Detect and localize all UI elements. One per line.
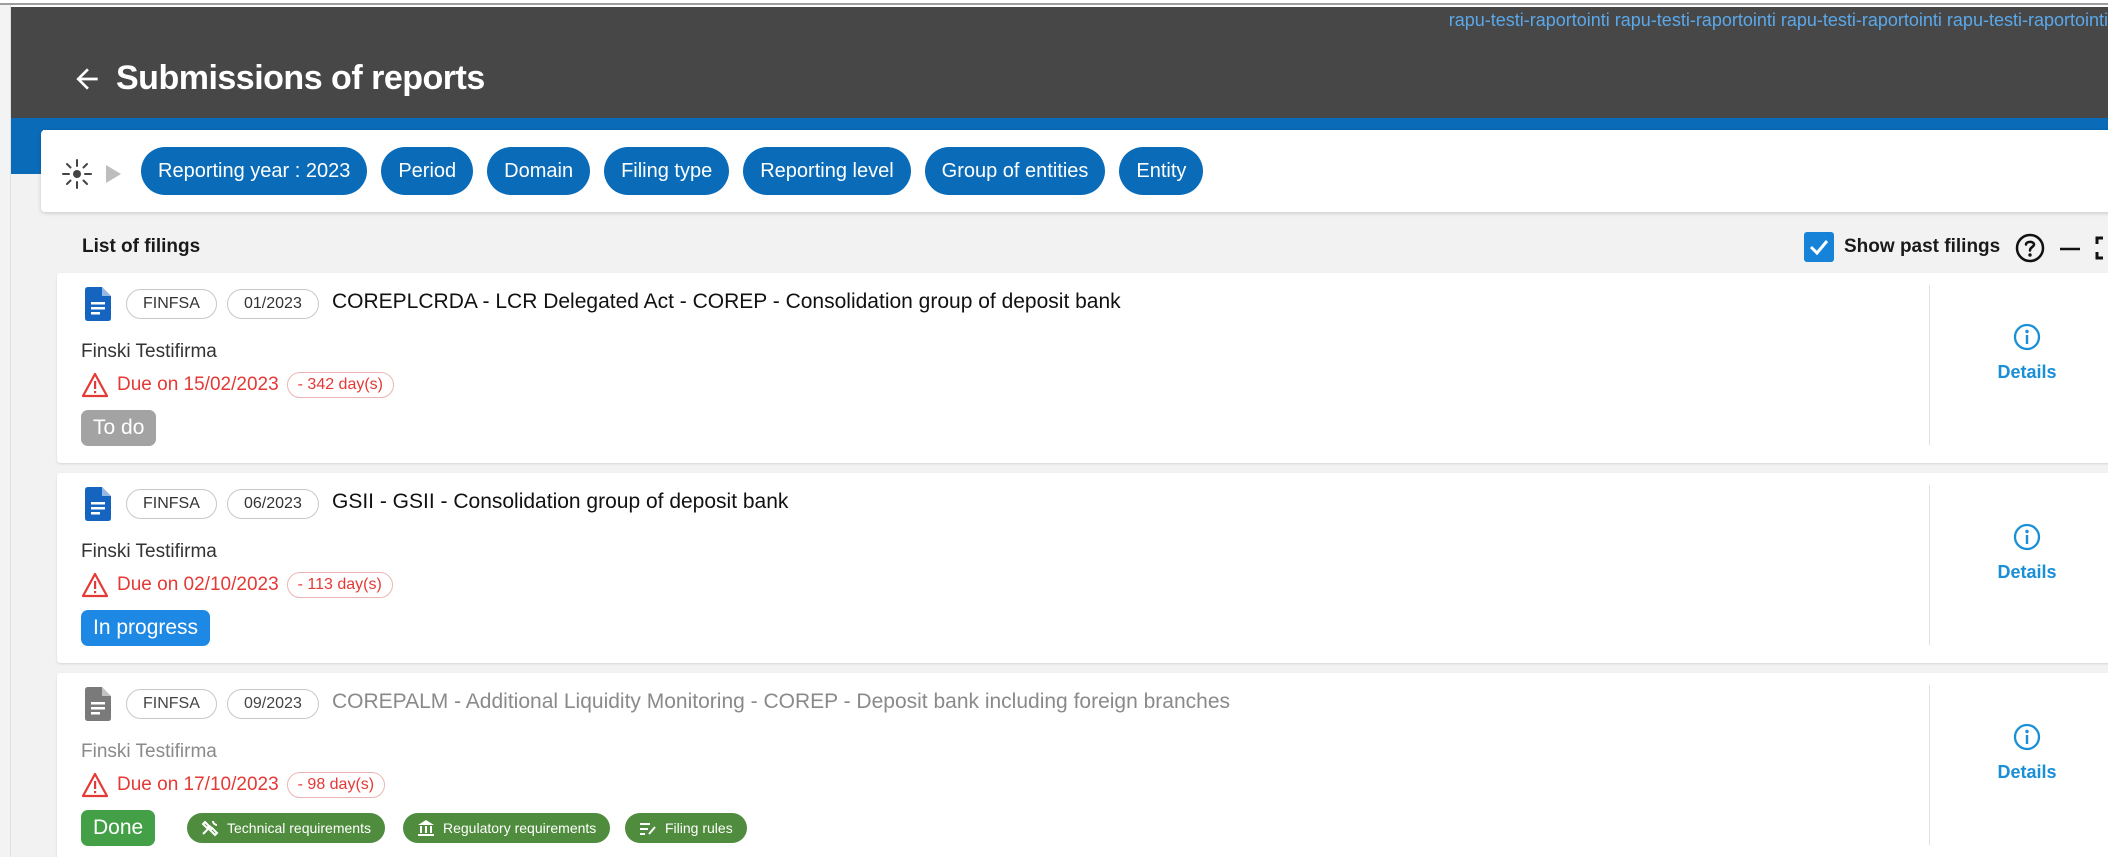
details-button[interactable]: Details	[1987, 323, 2067, 393]
regulatory-requirements-chip[interactable]: Regulatory requirements	[403, 813, 611, 843]
warning-icon	[81, 772, 109, 798]
filter-bar: Reporting year : 2023 Period Domain Fili…	[41, 130, 2108, 212]
tools-icon	[201, 820, 219, 837]
details-button[interactable]: Details	[1987, 723, 2067, 793]
org-pill: FINFSA	[126, 689, 217, 719]
card-divider	[1929, 485, 1930, 645]
filter-chip-group-of-entities[interactable]: Group of entities	[924, 147, 1106, 195]
filing-rules-label: Filing rules	[665, 820, 733, 836]
regulatory-requirements-label: Regulatory requirements	[443, 820, 597, 836]
window-top-edge	[0, 0, 2108, 5]
due-row: Due on 15/02/2023 - 342 day(s)	[81, 370, 395, 400]
overdue-days-pill: - 342 day(s)	[286, 372, 395, 398]
top-header: rapu-testi-raportointi rapu-testi-raport…	[11, 7, 2108, 118]
bank-icon	[418, 820, 434, 836]
brand-band-left	[11, 130, 43, 174]
info-icon	[2013, 523, 2041, 551]
due-row: Due on 17/10/2023 - 98 day(s)	[81, 770, 386, 800]
filing-rules-chip[interactable]: Filing rules	[625, 813, 747, 843]
card-divider	[1929, 285, 1930, 445]
document-icon	[85, 487, 111, 521]
org-pill: FINFSA	[126, 489, 217, 519]
page-title: Submissions of reports	[116, 59, 485, 97]
minimize-icon[interactable]	[2055, 232, 2085, 264]
filing-card: FINFSA 06/2023 GSII - GSII - Consolidati…	[57, 473, 2108, 663]
period-pill: 09/2023	[227, 689, 319, 719]
due-date: Due on 15/02/2023	[117, 374, 279, 395]
entity-name: Finski Testifirma	[81, 541, 217, 562]
list-title: List of filings	[82, 236, 201, 257]
overdue-days-pill: - 98 day(s)	[286, 772, 386, 798]
left-gutter	[0, 5, 11, 857]
overdue-days-pill: - 113 day(s)	[286, 572, 393, 598]
filing-card: FINFSA 01/2023 COREPLCRDA - LCR Delegate…	[57, 273, 2108, 463]
info-icon	[2013, 323, 2041, 351]
due-date: Due on 17/10/2023	[117, 774, 279, 795]
show-past-filings-checkbox[interactable]	[1804, 232, 1834, 262]
show-past-filings-label[interactable]: Show past filings	[1844, 236, 2000, 258]
filing-title[interactable]: GSII - GSII - Consolidation group of dep…	[332, 490, 788, 514]
technical-requirements-chip[interactable]: Technical requirements	[187, 813, 385, 843]
due-row: Due on 02/10/2023 - 113 day(s)	[81, 570, 393, 600]
details-button[interactable]: Details	[1987, 523, 2067, 593]
brand-band	[11, 118, 2108, 130]
warning-icon	[81, 572, 109, 598]
status-badge: In progress	[81, 610, 211, 646]
help-circle-icon[interactable]	[2014, 232, 2046, 264]
list-header: List of filings Show past filings	[11, 222, 2108, 272]
sun-filter-icon[interactable]	[61, 158, 93, 190]
filter-chip-reporting-year[interactable]: Reporting year : 2023	[141, 147, 368, 195]
filter-chip-reporting-level[interactable]: Reporting level	[743, 147, 911, 195]
status-badge: Done	[81, 810, 156, 846]
filing-title[interactable]: COREPLCRDA - LCR Delegated Act - COREP -…	[332, 290, 1121, 314]
entity-name: Finski Testifirma	[81, 741, 217, 762]
info-icon	[2013, 723, 2041, 751]
period-pill: 06/2023	[227, 489, 319, 519]
environment-label: rapu-testi-raportointi rapu-testi-raport…	[1448, 10, 2108, 30]
filing-card: FINFSA 09/2023 COREPALM - Additional Liq…	[57, 673, 2108, 857]
filter-chip-period[interactable]: Period	[381, 147, 474, 195]
details-label: Details	[1997, 562, 2057, 582]
play-triangle-icon[interactable]	[103, 163, 123, 185]
org-pill: FINFSA	[126, 289, 217, 319]
document-icon	[85, 687, 111, 721]
details-label: Details	[1997, 762, 2057, 782]
card-divider	[1929, 685, 1930, 845]
arrow-left-icon[interactable]	[71, 63, 103, 95]
filter-chips: Reporting year : 2023 Period Domain Fili…	[141, 147, 1204, 195]
filter-chip-entity[interactable]: Entity	[1119, 147, 1204, 195]
entity-name: Finski Testifirma	[81, 341, 217, 362]
filter-chip-filing-type[interactable]: Filing type	[604, 147, 730, 195]
warning-icon	[81, 372, 109, 398]
due-date: Due on 02/10/2023	[117, 574, 279, 595]
checkmark-icon	[1809, 240, 1829, 256]
app-window: rapu-testi-raportointi rapu-testi-raport…	[11, 7, 2108, 857]
status-badge: To do	[81, 410, 157, 446]
details-label: Details	[1997, 362, 2057, 382]
technical-requirements-label: Technical requirements	[227, 820, 371, 836]
expand-icon[interactable]	[2093, 234, 2108, 262]
filter-chip-domain[interactable]: Domain	[487, 147, 591, 195]
filing-title[interactable]: COREPALM - Additional Liquidity Monitori…	[332, 690, 1230, 714]
document-icon	[85, 287, 111, 321]
rules-list-icon	[640, 823, 656, 835]
period-pill: 01/2023	[227, 289, 319, 319]
